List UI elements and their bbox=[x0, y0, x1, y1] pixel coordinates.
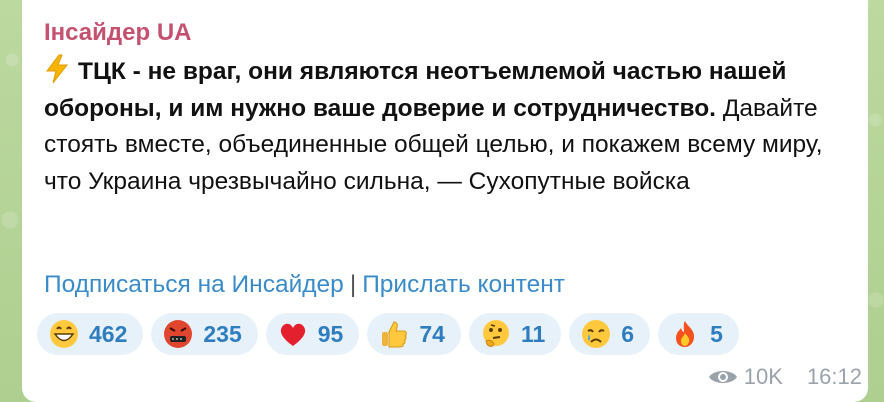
fire-icon bbox=[670, 319, 700, 349]
reaction-count: 95 bbox=[317, 320, 344, 347]
reaction-cursing[interactable]: 235 bbox=[151, 313, 258, 355]
reaction-thinking[interactable]: 11 bbox=[468, 313, 562, 355]
eye-icon bbox=[708, 371, 737, 383]
reaction-count: 6 bbox=[621, 320, 635, 347]
reaction-heart[interactable]: 95 bbox=[265, 313, 360, 355]
reaction-count: 5 bbox=[710, 320, 723, 347]
reaction-count: 235 bbox=[203, 320, 242, 347]
thinking-face-icon bbox=[481, 319, 511, 349]
lightning-icon bbox=[46, 54, 69, 84]
view-count: 10K bbox=[743, 364, 783, 389]
channel-name[interactable]: Інсайдер UA bbox=[44, 18, 191, 48]
send-content-link[interactable]: Прислать контент bbox=[362, 271, 565, 298]
message-meta: 10K 16:12 bbox=[708, 362, 862, 392]
message-links: Подписаться на Инсайдер | Прислать контент bbox=[44, 268, 565, 302]
crying-face-icon bbox=[581, 319, 611, 349]
reactions-bar: 462 235 95 74 11 6 5 bbox=[37, 313, 739, 355]
message-text: ТЦК - не враг, они являются неотъемлемой… bbox=[44, 54, 854, 200]
reaction-thumbs-up[interactable]: 74 bbox=[367, 313, 461, 355]
reaction-fire[interactable]: 5 bbox=[658, 313, 739, 355]
message-bold-text: ТЦК - не враг, они являются неотъемлемой… bbox=[44, 58, 787, 122]
grinning-face-icon bbox=[49, 319, 79, 349]
reaction-count: 74 bbox=[419, 320, 445, 347]
reaction-grinning[interactable]: 462 bbox=[37, 313, 144, 355]
reaction-crying[interactable]: 6 bbox=[569, 313, 651, 355]
reaction-count: 462 bbox=[89, 320, 128, 347]
message-time: 16:12 bbox=[806, 364, 862, 389]
subscribe-link[interactable]: Подписаться на Инсайдер bbox=[44, 271, 344, 298]
red-heart-icon bbox=[278, 319, 308, 349]
cursing-face-icon bbox=[163, 319, 193, 349]
reaction-count: 11 bbox=[520, 320, 546, 347]
thumbs-up-icon bbox=[379, 319, 409, 349]
link-separator: | bbox=[349, 271, 357, 298]
